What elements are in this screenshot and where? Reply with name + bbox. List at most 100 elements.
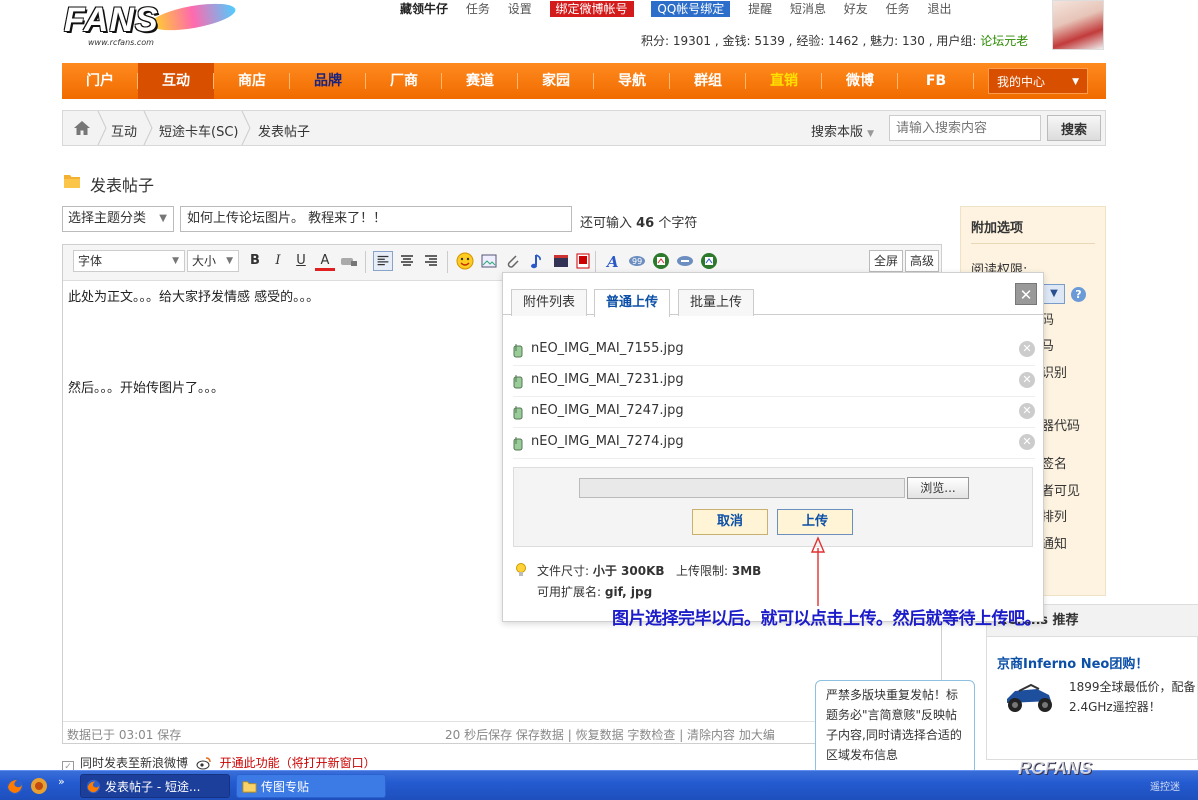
nav-portal[interactable]: 门户 — [62, 63, 138, 99]
music-icon[interactable] — [527, 251, 547, 271]
align-right-icon[interactable] — [421, 251, 441, 271]
tab-batch-upload[interactable]: 批量上传 — [678, 289, 755, 316]
annotation-arrow-icon — [810, 536, 826, 606]
extra-option[interactable]: 识别 — [1041, 362, 1067, 381]
nav-fb[interactable]: FB — [898, 63, 974, 99]
remove-file-icon[interactable]: ✕ — [1019, 403, 1035, 419]
browse-button[interactable]: 浏览... — [907, 477, 969, 499]
align-center-icon[interactable] — [397, 251, 417, 271]
tab-normal-upload[interactable]: 普通上传 — [594, 289, 671, 317]
file-row: nEO_IMG_MAI_7231.jpg ✕ — [513, 366, 1035, 397]
remove-file-icon[interactable]: ✕ — [1019, 434, 1035, 450]
smiley-icon[interactable] — [455, 251, 475, 271]
bind-qq-button[interactable]: QQ帐号绑定 — [651, 1, 731, 17]
hide-content-icon[interactable] — [675, 251, 695, 271]
annotation-text: 图片选择完毕以后。就可以点击上传。然后就等待上传吧。 — [612, 609, 1042, 629]
remove-file-icon[interactable]: ✕ — [1019, 372, 1035, 388]
editor-body-line[interactable]: 此处为正文。。。给大家抒发情感 感受的。。。 — [68, 289, 319, 307]
browser-icon[interactable] — [30, 777, 48, 795]
file-path-input[interactable] — [579, 478, 905, 498]
font-size-select[interactable]: 大小 ▼ — [187, 250, 239, 272]
font-color-button[interactable]: A — [315, 251, 335, 271]
nav-vendor[interactable]: 厂商 — [366, 63, 442, 99]
my-center-label: 我的中心 — [997, 75, 1046, 89]
top-link-task2[interactable]: 任务 — [886, 2, 910, 16]
recommend-link[interactable]: 京商Inferno Neo团购！ — [997, 653, 1148, 672]
background-color-icon[interactable] — [339, 253, 359, 269]
top-link-logout[interactable]: 退出 — [927, 2, 951, 16]
nav-groups[interactable]: 群组 — [670, 63, 746, 99]
text-style-icon[interactable]: A — [603, 251, 623, 271]
advanced-mode-button[interactable]: 高级 — [905, 250, 940, 272]
taskbar-item-folder[interactable]: 传图专贴 — [236, 774, 386, 798]
search-scope-label: 搜索本版 — [811, 125, 864, 140]
align-left-icon[interactable] — [373, 251, 393, 271]
nav-home[interactable]: 家园 — [518, 63, 594, 99]
weibo-share-label: 同时发表至新浪微博 — [80, 756, 189, 770]
upload-button[interactable]: 上传 — [777, 509, 853, 535]
nav-track[interactable]: 赛道 — [442, 63, 518, 99]
remove-file-icon[interactable]: ✕ — [1019, 341, 1035, 357]
top-link-user[interactable]: 藏领牛仔 — [400, 2, 448, 16]
taskbar-item-post[interactable]: 发表帖子 - 短途... — [80, 774, 230, 798]
editor-body-line[interactable]: 然后。。。开始传图片了。。。 — [68, 377, 224, 396]
extra-option[interactable]: 排列 — [1041, 506, 1067, 525]
free-content-icon[interactable] — [699, 251, 719, 271]
nav-direct-sale[interactable]: 直销 — [746, 63, 822, 99]
top-link-friends[interactable]: 好友 — [844, 2, 868, 16]
chevron-right-icon[interactable]: » — [58, 775, 65, 788]
italic-button[interactable]: I — [268, 251, 288, 271]
user-group-link[interactable]: 论坛元老 — [980, 34, 1028, 48]
weibo-enable-link[interactable]: 开通此功能（将打开新窗口） — [220, 756, 376, 770]
font-family-select[interactable]: 字体 ▼ — [73, 250, 185, 272]
avatar[interactable] — [1052, 0, 1104, 50]
search-scope-select[interactable]: 搜索本版 ▼ — [811, 121, 874, 140]
fullscreen-button[interactable]: 全屏 — [869, 250, 904, 272]
folder-icon — [64, 175, 80, 188]
weibo-icon — [196, 757, 211, 770]
toolbar-divider — [595, 251, 596, 273]
nav-guide[interactable]: 导航 — [594, 63, 670, 99]
home-icon[interactable] — [73, 120, 91, 136]
search-input[interactable] — [889, 115, 1041, 141]
editor-status-links[interactable]: 20 秒后保存 保存数据 | 恢复数据 字数检查 | 清除内容 加大编 — [445, 726, 775, 743]
tab-attachment-list[interactable]: 附件列表 — [511, 289, 588, 316]
nav-weibo[interactable]: 微博 — [822, 63, 898, 99]
file-ext-info: 可用扩展名: gif, jpg — [515, 582, 761, 603]
breadcrumb-separator — [241, 111, 251, 145]
nav-interact[interactable]: 互动 — [138, 63, 214, 99]
extra-option[interactable]: 器代码 — [1041, 415, 1080, 434]
extra-option[interactable]: 通知 — [1041, 533, 1067, 552]
nav-shop[interactable]: 商店 — [214, 63, 290, 99]
flash-icon[interactable] — [573, 251, 593, 271]
read-permission-dropdown[interactable]: ▼ — [1043, 284, 1065, 304]
rc-car-image[interactable] — [1001, 677, 1057, 715]
breadcrumb-forum[interactable]: 短途卡车(SC) — [159, 121, 238, 140]
search-button[interactable]: 搜索 — [1047, 115, 1101, 141]
extra-option[interactable]: 签名 — [1041, 453, 1067, 472]
topic-category-select[interactable]: 选择主题分类 ▼ — [62, 206, 174, 232]
help-icon[interactable]: ? — [1071, 287, 1086, 302]
attachment-icon[interactable] — [503, 251, 523, 271]
cancel-button[interactable]: 取消 — [692, 509, 768, 535]
bold-button[interactable]: B — [245, 251, 265, 271]
top-link-task[interactable]: 任务 — [466, 2, 490, 16]
chevron-down-icon: ▼ — [867, 129, 875, 139]
top-link-settings[interactable]: 设置 — [508, 2, 532, 16]
video-icon[interactable] — [551, 251, 571, 271]
top-link-messages[interactable]: 短消息 — [790, 2, 826, 16]
subject-input[interactable]: 如何上传论坛图片。 教程来了！！ — [180, 206, 572, 232]
nav-brand[interactable]: 品牌 — [290, 63, 366, 99]
breadcrumb-interact[interactable]: 互动 — [111, 121, 137, 140]
code-icon[interactable] — [651, 251, 671, 271]
close-icon[interactable]: ✕ — [1015, 283, 1037, 305]
firefox-icon[interactable] — [6, 777, 24, 795]
image-icon[interactable] — [479, 251, 499, 271]
quote-icon[interactable]: 99 — [627, 251, 647, 271]
bind-weibo-button[interactable]: 绑定微博帐号 — [549, 1, 634, 17]
file-ext-label: 可用扩展名: — [537, 585, 605, 599]
extra-option[interactable]: 者可见 — [1041, 480, 1080, 499]
my-center-dropdown[interactable]: 我的中心 ▼ — [988, 68, 1088, 94]
underline-button[interactable]: U — [291, 251, 311, 271]
top-link-remind[interactable]: 提醒 — [748, 2, 772, 16]
